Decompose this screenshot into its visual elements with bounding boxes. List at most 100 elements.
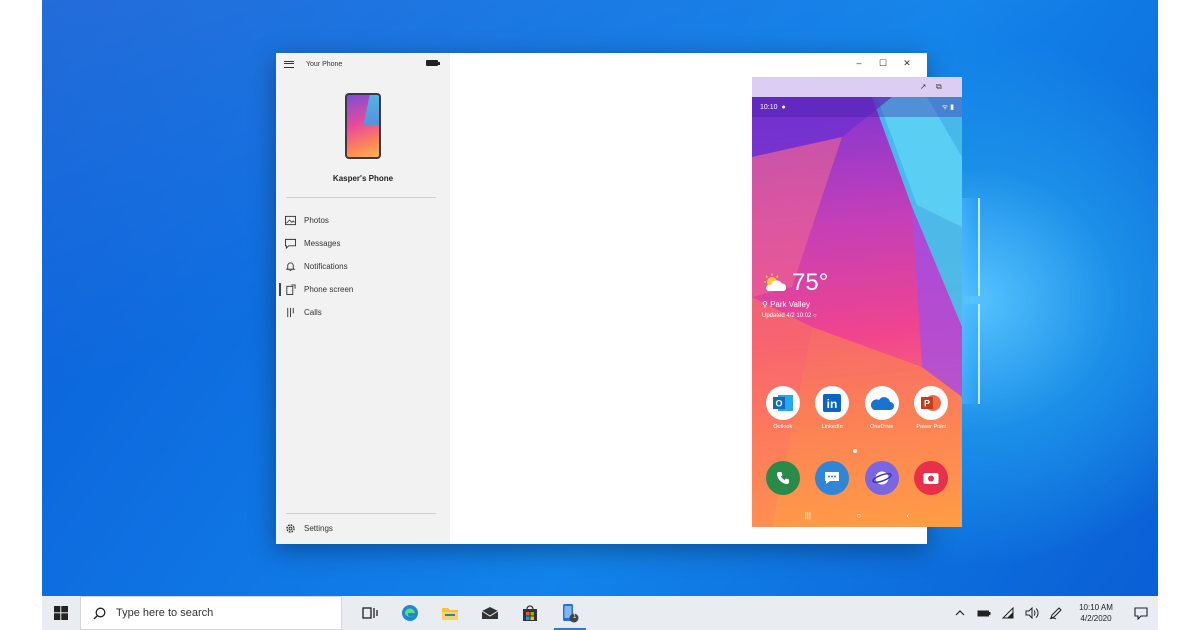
chevron-up-icon[interactable] (948, 596, 972, 630)
task-view-button[interactable] (350, 596, 390, 630)
sidebar-divider (286, 197, 436, 198)
app-label: OneDrive (870, 424, 894, 430)
hamburger-menu-icon[interactable] (284, 60, 294, 68)
calls-icon (285, 307, 296, 318)
folder-icon (442, 608, 458, 620)
weather-location: Park Valley (770, 300, 810, 309)
clock-date: 4/2/2020 (1080, 614, 1112, 623)
mirrored-phone[interactable]: ➚ ⧉ 10:10 ● ᯤ ▮ 75° ⚲ Park Valley Update… (752, 77, 962, 527)
search-icon (93, 607, 106, 619)
location-pin-icon: ⚲ (762, 300, 771, 309)
sidebar-nav: Photos Messages Notifications Phone scre… (276, 209, 450, 324)
messages-app-icon[interactable] (815, 461, 850, 495)
phone-screen-icon (285, 284, 296, 295)
phone-window-bar: ➚ ⧉ (752, 77, 962, 97)
close-button[interactable]: ✕ (895, 56, 919, 70)
notifications-icon (285, 261, 296, 272)
sidebar-item-label: Photos (304, 216, 329, 225)
your-phone-window: Your Phone Kasper's Phone Photos Message… (276, 53, 962, 544)
svg-text:P: P (924, 399, 930, 409)
taskbar-search[interactable]: Type here to search (80, 596, 342, 630)
store-icon (523, 605, 537, 621)
wifi-icon[interactable] (996, 596, 1020, 630)
sidebar-item-notifications[interactable]: Notifications (276, 255, 450, 278)
minimize-button[interactable]: – (847, 56, 871, 70)
app-onedrive[interactable]: OneDrive (861, 386, 903, 431)
phone-nav-bar: ||| ○ ‹ (752, 506, 962, 524)
open-on-phone-icon[interactable]: ⧉ (936, 82, 942, 92)
device-name: Kasper's Phone (332, 174, 394, 183)
title-bar: Your Phone (276, 53, 450, 75)
phone-dock (752, 461, 962, 495)
pen-workspace-icon[interactable] (1044, 596, 1068, 630)
phone-screen-pane: – ☐ ✕ ➚ ⧉ 10:10 ● ᯤ ▮ 75° ⚲ Park Valley … (450, 53, 962, 544)
battery-tray-icon[interactable] (972, 596, 996, 630)
file-explorer-taskbar-button[interactable] (430, 596, 470, 630)
taskbar: Type here to search 1 10:10 AM 4/2/2020 (42, 596, 1158, 630)
sidebar-item-label: Messages (304, 239, 341, 248)
sidebar: Your Phone Kasper's Phone Photos Message… (276, 53, 450, 544)
action-center-button[interactable] (1124, 596, 1158, 630)
maximize-button[interactable]: ☐ (871, 56, 895, 70)
phone-status-time: 10:10 (760, 103, 778, 111)
your-phone-badge: 1 (573, 614, 577, 620)
page-indicator (853, 449, 857, 453)
weather-temperature: 75° (792, 269, 829, 296)
phone-status-bar: 10:10 ● ᯤ ▮ (752, 97, 962, 117)
search-placeholder: Type here to search (116, 607, 214, 619)
linkedin-icon: in (815, 386, 850, 420)
phone-status-icons: ᯤ ▮ (941, 103, 954, 111)
photos-icon (285, 215, 296, 226)
messages-icon (285, 238, 296, 249)
volume-icon[interactable] (1020, 596, 1044, 630)
sidebar-divider (286, 513, 436, 514)
camera-app-icon[interactable] (914, 461, 949, 495)
edge-taskbar-button[interactable] (390, 596, 430, 630)
mail-taskbar-button[interactable] (470, 596, 510, 630)
sidebar-item-phone-screen[interactable]: Phone screen (276, 278, 450, 301)
weather-widget[interactable]: 75° ⚲ Park Valley Updated 4/2 10:02 ○ (762, 269, 828, 319)
sidebar-item-photos[interactable]: Photos (276, 209, 450, 232)
system-tray: 10:10 AM 4/2/2020 (948, 596, 1158, 630)
notification-icon (1134, 606, 1148, 620)
outlook-icon: O (765, 386, 800, 420)
home-button[interactable]: ○ (856, 511, 861, 520)
weather-updated: Updated 4/2 10:02 ○ (762, 313, 817, 319)
app-title: Your Phone (306, 60, 343, 68)
recents-button[interactable]: ||| (805, 511, 811, 520)
pin-icon[interactable]: ➚ (920, 82, 927, 91)
sidebar-item-label: Phone screen (304, 285, 354, 294)
powerpoint-icon: P (914, 386, 949, 420)
start-button[interactable] (42, 596, 80, 630)
cat-icon: ● (781, 103, 786, 111)
your-phone-icon (563, 604, 579, 623)
app-grid: O Outlook in LinkedIn OneDrive P Power P… (752, 386, 962, 431)
app-linkedin[interactable]: in LinkedIn (811, 386, 853, 431)
your-phone-taskbar-button[interactable]: 1 (550, 596, 590, 630)
windows-icon (54, 606, 68, 620)
app-powerpoint[interactable]: P Power Point (910, 386, 952, 431)
phone-thumbnail (345, 93, 381, 159)
store-taskbar-button[interactable] (510, 596, 550, 630)
taskbar-apps: 1 (350, 596, 590, 630)
phone-home-screen: 10:10 ● ᯤ ▮ 75° ⚲ Park Valley Updated 4/… (752, 97, 962, 527)
settings-button[interactable]: Settings (276, 519, 450, 537)
onedrive-icon (864, 386, 899, 420)
app-label: Power Point (916, 424, 947, 430)
clock-time: 10:10 AM (1079, 603, 1113, 612)
app-outlook[interactable]: O Outlook (762, 386, 804, 431)
edge-icon (402, 605, 418, 621)
task-view-icon (362, 607, 378, 619)
svg-text:O: O (775, 399, 782, 409)
settings-label: Settings (304, 523, 333, 533)
system-clock[interactable]: 10:10 AM 4/2/2020 (1068, 602, 1124, 624)
back-button[interactable]: ‹ (907, 511, 910, 520)
mail-icon (481, 607, 499, 619)
svg-text:in: in (827, 397, 838, 411)
app-label: Outlook (773, 424, 793, 430)
sidebar-item-label: Calls (304, 308, 322, 317)
sidebar-item-messages[interactable]: Messages (276, 232, 450, 255)
phone-app-icon[interactable] (765, 461, 800, 495)
sidebar-item-calls[interactable]: Calls (276, 301, 450, 324)
internet-app-icon[interactable] (864, 461, 899, 495)
